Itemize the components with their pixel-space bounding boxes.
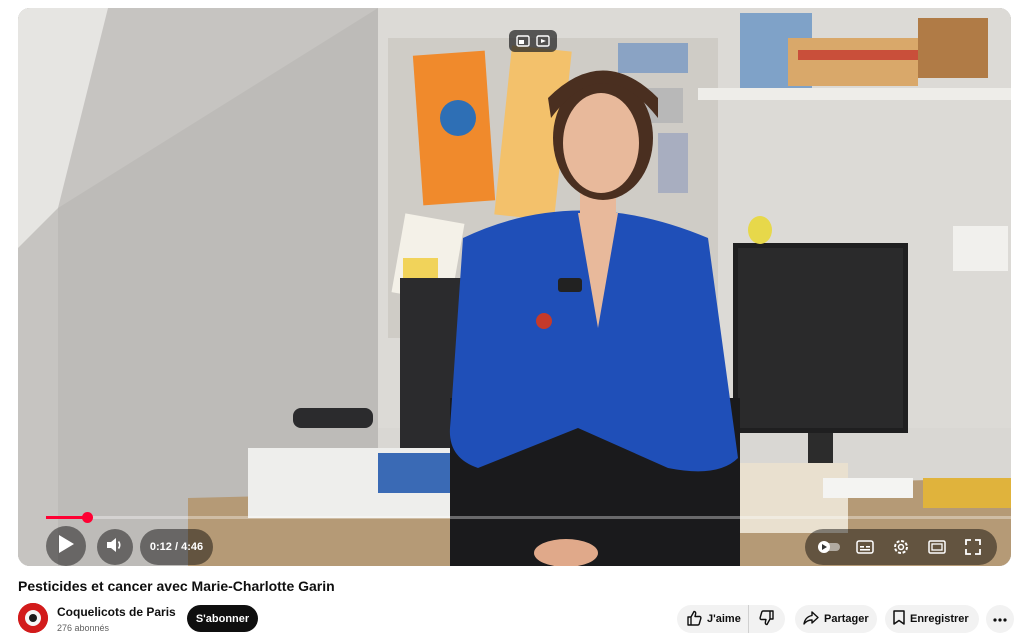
more-icon <box>993 613 1007 625</box>
save-label: Enregistrer <box>910 613 969 625</box>
play-icon <box>57 534 75 559</box>
video-player[interactable]: 0:12 / 4:46 <box>18 8 1011 566</box>
like-label: J'aime <box>707 613 741 625</box>
subscribe-button[interactable]: S'abonner <box>187 605 258 632</box>
share-button[interactable]: Partager <box>795 605 877 633</box>
like-dislike-group: J'aime <box>677 605 785 633</box>
time-display: 0:12 / 4:46 <box>140 529 213 565</box>
thumbs-down-icon <box>759 609 775 629</box>
player-settings-group <box>805 529 997 565</box>
share-icon <box>803 610 819 628</box>
gear-icon[interactable] <box>883 529 919 565</box>
save-button[interactable]: Enregistrer <box>885 605 979 633</box>
video-title: Pesticides et cancer avec Marie-Charlott… <box>18 578 335 594</box>
dislike-button[interactable] <box>749 605 785 633</box>
right-controls <box>805 529 997 565</box>
channel-avatar[interactable] <box>18 603 48 633</box>
cast-icon[interactable] <box>533 32 553 50</box>
share-label: Partager <box>824 613 869 625</box>
bookmark-icon <box>893 610 905 628</box>
volume-button[interactable] <box>97 529 133 565</box>
volume-icon <box>106 537 124 558</box>
channel-name[interactable]: Coquelicots de Paris <box>57 605 176 619</box>
play-button[interactable] <box>46 526 86 566</box>
progress-scrubber[interactable] <box>81 512 93 523</box>
top-overlay-controls <box>509 30 557 52</box>
progress-fill <box>46 516 87 519</box>
autoplay-toggle-icon[interactable] <box>811 529 847 565</box>
video-frame <box>18 8 1011 566</box>
fullscreen-icon[interactable] <box>955 529 991 565</box>
time-text: 0:12 / 4:46 <box>149 541 204 553</box>
miniplayer-icon[interactable] <box>513 32 533 50</box>
more-actions-button[interactable] <box>986 605 1014 633</box>
like-button[interactable]: J'aime <box>677 605 749 633</box>
subtitles-icon[interactable] <box>847 529 883 565</box>
thumbs-up-icon <box>686 610 702 629</box>
progress-bar[interactable] <box>46 512 1011 523</box>
theater-mode-icon[interactable] <box>919 529 955 565</box>
subscriber-count: 276 abonnés <box>57 623 110 633</box>
